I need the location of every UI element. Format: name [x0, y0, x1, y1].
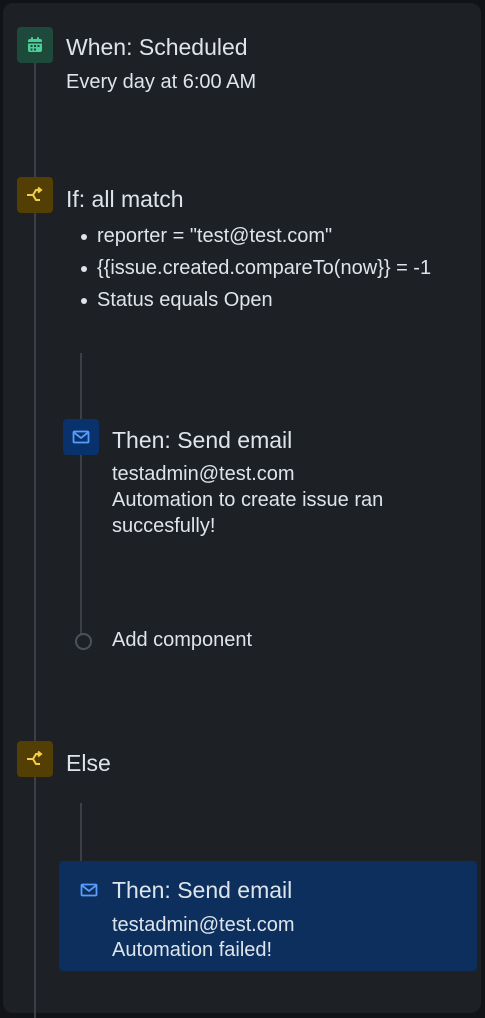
add-component-link[interactable]: Add component: [112, 627, 252, 653]
branch-icon: [17, 741, 53, 777]
condition-list: reporter = "test@test.com" {{issue.creat…: [79, 223, 469, 319]
trigger-title: When: Scheduled: [66, 34, 248, 60]
else-email-message: Automation failed!: [112, 939, 273, 961]
else-email-title: Then: Send email: [112, 877, 293, 903]
then-email-recipient: testadmin@test.com: [112, 463, 295, 485]
calendar-icon: [17, 27, 53, 63]
mail-icon: [71, 875, 107, 905]
rule-panel: When: Scheduled Every day at 6:00 AM If:…: [3, 3, 481, 1018]
condition-title: If: all match: [66, 186, 184, 212]
condition-item: {{issue.created.compareTo(now}} = -1: [79, 255, 469, 281]
else-title: Else: [66, 750, 111, 776]
add-component-dot[interactable]: [75, 633, 92, 650]
then-email-title: Then: Send email: [112, 427, 293, 453]
mail-icon: [63, 419, 99, 455]
if-branch-connector-line: [80, 353, 82, 638]
then-email-message: Automation to create issue ran succesful…: [112, 489, 384, 537]
condition-item: reporter = "test@test.com": [79, 223, 469, 249]
else-email-recipient: testadmin@test.com: [112, 914, 295, 936]
trigger-schedule: Every day at 6:00 AM: [66, 71, 257, 93]
condition-item: Status equals Open: [79, 287, 469, 313]
branch-icon: [17, 177, 53, 213]
else-email-component[interactable]: Then: Send email testadmin@test.com Auto…: [59, 861, 477, 971]
else-branch-connector-line: [80, 803, 82, 863]
